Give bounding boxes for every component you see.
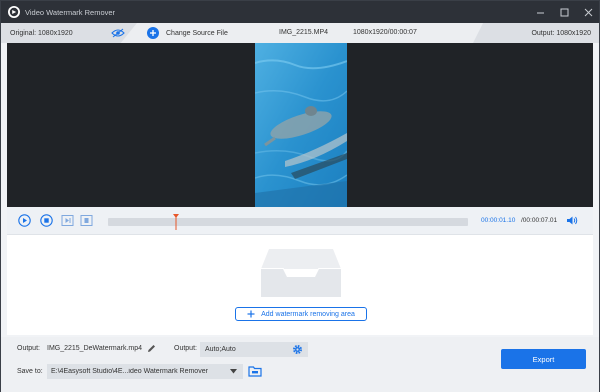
app-window: Video Watermark Remover Original: 1080x1…: [0, 0, 600, 392]
maximize-icon[interactable]: [559, 7, 569, 17]
output-name-label: Output:: [17, 345, 40, 352]
source-file-name: IMG_2215.MP4: [279, 29, 329, 36]
minimize-icon[interactable]: [535, 7, 545, 17]
plus-icon: [147, 27, 159, 39]
video-frame: [255, 43, 347, 207]
save-path-select[interactable]: E:\4Easysoft Studio\4E...ideo Watermark …: [47, 364, 243, 379]
chevron-down-icon: [230, 369, 237, 376]
output-format-value: Auto;Auto: [205, 346, 236, 353]
output-resolution-label: Output: 1080x1920: [531, 29, 591, 37]
total-time: /00:00:07.01: [521, 217, 558, 224]
output-file-name: IMG_2215_DeWatermark.mp4: [47, 345, 143, 352]
output-resolution-tab: Output: 1080x1920: [473, 23, 599, 43]
window-title: Video Watermark Remover: [25, 7, 116, 17]
output-format-select[interactable]: Auto;Auto: [200, 342, 308, 357]
original-resolution-label: Original: 1080x1920: [10, 29, 73, 37]
volume-icon[interactable]: [566, 215, 578, 228]
end-frame-icon[interactable]: [80, 214, 93, 227]
save-path-value: E:\4Easysoft Studio\4E...ideo Watermark …: [51, 368, 208, 375]
app-logo-icon: [8, 6, 20, 18]
timeline-track[interactable]: [108, 214, 468, 230]
edit-icon[interactable]: [147, 344, 156, 355]
video-preview[interactable]: [7, 43, 593, 207]
save-to-label: Save to:: [17, 368, 43, 375]
watermark-area-panel: Add watermark removing area: [7, 235, 593, 335]
add-watermark-area-label: Add watermark removing area: [261, 310, 355, 318]
info-bar: Original: 1080x1920 Change Source File I…: [1, 23, 599, 43]
gear-icon[interactable]: [292, 344, 303, 357]
source-file-meta: 1080x1920/00:00:07: [353, 29, 417, 36]
playback-controls: 00:00:01.10 /00:00:07.01: [7, 207, 593, 235]
output-format-label: Output:: [174, 345, 197, 352]
empty-tray-icon: [261, 245, 341, 297]
playhead-marker[interactable]: [173, 214, 180, 230]
add-watermark-area-button[interactable]: Add watermark removing area: [235, 307, 367, 321]
eye-icon[interactable]: [111, 28, 125, 40]
current-time: 00:00:01.10: [481, 217, 516, 224]
play-icon[interactable]: [18, 214, 31, 227]
change-source-file-button[interactable]: Change Source File: [147, 26, 228, 40]
close-icon[interactable]: [583, 7, 593, 17]
open-folder-icon[interactable]: [248, 364, 262, 378]
change-source-file-label: Change Source File: [166, 29, 228, 37]
export-button[interactable]: Export: [501, 349, 586, 369]
title-bar: Video Watermark Remover: [1, 1, 599, 23]
next-frame-icon[interactable]: [61, 214, 74, 227]
output-settings-panel: Output: IMG_2215_DeWatermark.mp4 Output:…: [1, 337, 599, 392]
video-frame-image: [255, 43, 347, 207]
stop-icon[interactable]: [40, 214, 53, 227]
plus-icon: [247, 310, 255, 318]
